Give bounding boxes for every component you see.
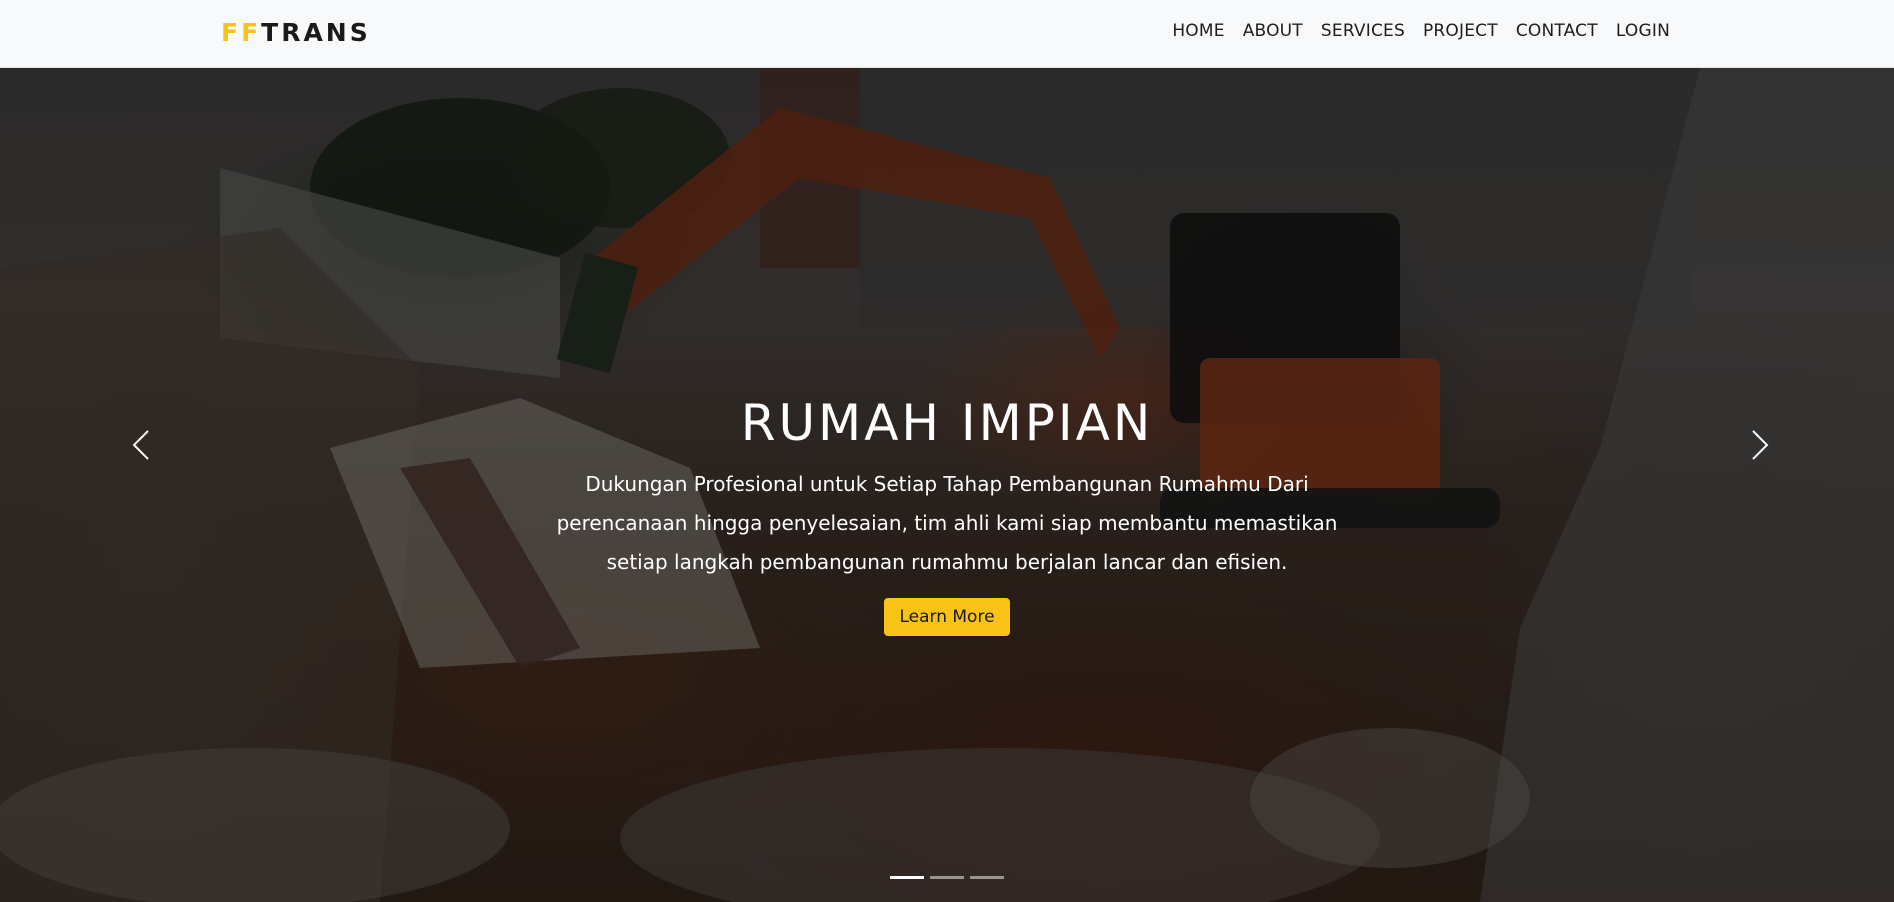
hero-description-line-2: perencanaan hingga penyelesaian, tim ahl… <box>556 511 1338 535</box>
chevron-left-icon <box>132 430 149 460</box>
brand-accent: FF <box>221 18 262 47</box>
carousel-next-button[interactable] <box>1737 425 1777 465</box>
nav-about-link[interactable]: ABOUT <box>1234 21 1312 41</box>
hero-caption: RUMAH IMPIAN Dukungan Profesional untuk … <box>0 393 1894 636</box>
nav-services-link[interactable]: SERVICES <box>1312 21 1414 41</box>
hero-description-line-3: setiap langkah pembangunan rumahmu berja… <box>606 550 1288 574</box>
hero-description-line-1: Dukungan Profesional untuk Setiap Tahap … <box>585 472 1309 496</box>
nav-contact-link[interactable]: CONTACT <box>1507 21 1607 41</box>
nav-links: HOME ABOUT SERVICES PROJECT CONTACT LOGI… <box>1163 21 1670 41</box>
hero-description: Dukungan Profesional untuk Setiap Tahap … <box>537 465 1357 582</box>
carousel-indicator-3[interactable] <box>970 876 1004 879</box>
hero-carousel: RUMAH IMPIAN Dukungan Profesional untuk … <box>0 68 1894 902</box>
hero-title: RUMAH IMPIAN <box>740 394 1154 452</box>
carousel-indicator-2[interactable] <box>930 876 964 879</box>
brand-rest: TRANS <box>261 18 371 47</box>
carousel-indicator-1[interactable] <box>890 876 924 879</box>
chevron-right-icon <box>1752 430 1769 460</box>
nav-project-link[interactable]: PROJECT <box>1414 21 1507 41</box>
carousel-prev-button[interactable] <box>124 425 164 465</box>
nav-login-link[interactable]: LOGIN <box>1607 21 1670 41</box>
nav-home-link[interactable]: HOME <box>1163 21 1233 41</box>
brand-logo[interactable]: FFTRANS <box>221 18 371 47</box>
carousel-indicators <box>0 876 1894 879</box>
navbar: FFTRANS HOME ABOUT SERVICES PROJECT CONT… <box>0 0 1894 68</box>
learn-more-button[interactable]: Learn More <box>884 598 1010 636</box>
